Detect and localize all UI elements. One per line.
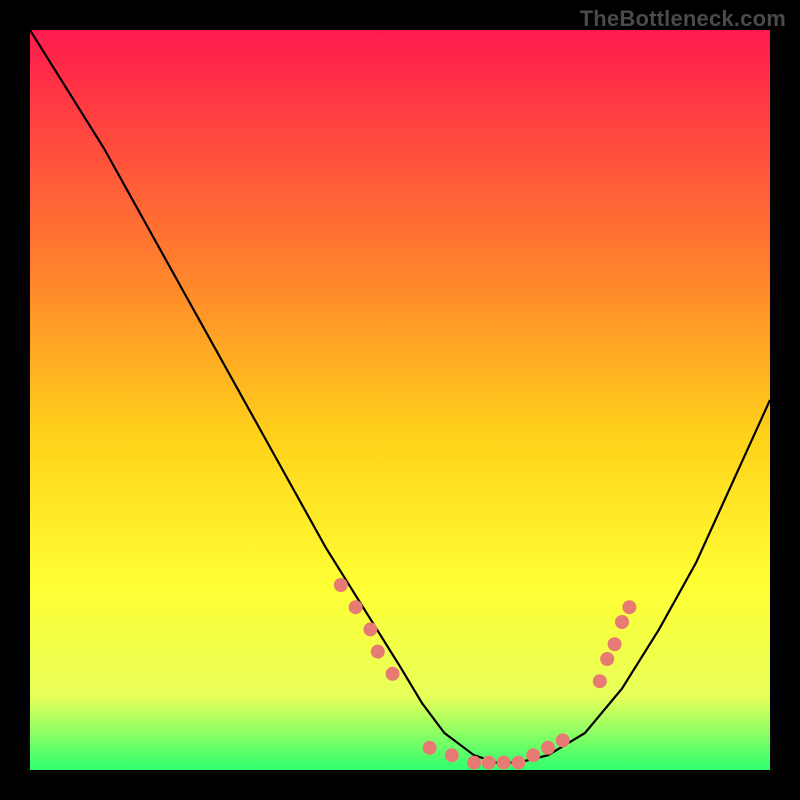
highlight-dot: [600, 652, 614, 666]
highlight-dot: [615, 615, 629, 629]
highlight-dot: [541, 741, 555, 755]
bottleneck-chart: [30, 30, 770, 770]
watermark-text: TheBottleneck.com: [580, 6, 786, 32]
highlight-dot: [467, 756, 481, 770]
highlight-dot: [556, 733, 570, 747]
highlight-dot: [386, 667, 400, 681]
highlight-dot: [334, 578, 348, 592]
highlight-dot: [511, 756, 525, 770]
highlight-dot: [593, 674, 607, 688]
highlight-dot: [526, 748, 540, 762]
highlight-dot: [423, 741, 437, 755]
highlight-dot: [445, 748, 459, 762]
plot-area: [30, 30, 770, 770]
highlight-dot: [371, 645, 385, 659]
highlight-dot: [622, 600, 636, 614]
highlight-dot: [497, 756, 511, 770]
highlight-dot: [482, 756, 496, 770]
gradient-background: [30, 30, 770, 770]
chart-frame: TheBottleneck.com: [0, 0, 800, 800]
highlight-dot: [608, 637, 622, 651]
highlight-dot: [349, 600, 363, 614]
highlight-dot: [363, 622, 377, 636]
